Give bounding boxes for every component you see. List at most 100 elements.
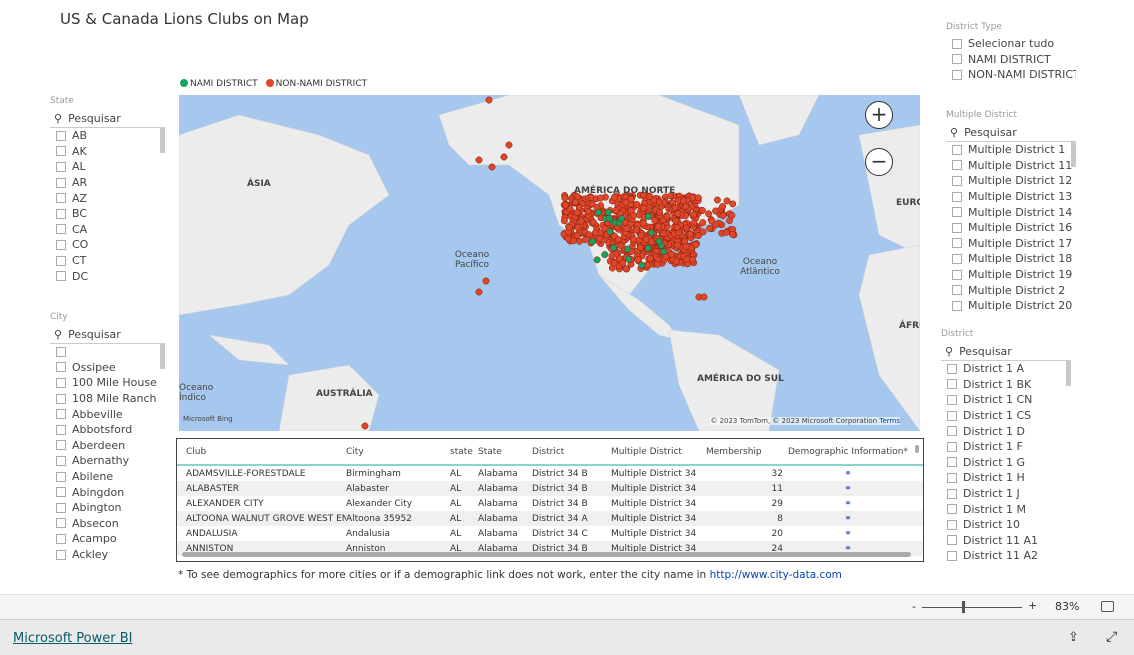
column-header[interactable]: Multiple District: [611, 447, 706, 457]
slicer-item[interactable]: District 11 A2: [941, 548, 1071, 564]
slicer-item[interactable]: Multiple District 2: [946, 282, 1076, 298]
checkbox[interactable]: [952, 54, 962, 65]
slicer-item[interactable]: Multiple District 12: [946, 173, 1076, 189]
checkbox[interactable]: [56, 346, 66, 357]
city-data-link[interactable]: http://www.city-data.com: [710, 569, 842, 581]
checkbox[interactable]: [952, 285, 962, 296]
slicer-item[interactable]: AZ: [50, 190, 165, 206]
zoom-plus-button[interactable]: +: [1028, 599, 1037, 612]
slicer-item[interactable]: AR: [50, 175, 165, 191]
checkbox[interactable]: [56, 533, 66, 544]
power-bi-link[interactable]: Microsoft Power BI: [13, 631, 132, 646]
column-header[interactable]: State: [478, 447, 532, 457]
slicer-scrollbar[interactable]: [160, 344, 165, 369]
checkbox[interactable]: [947, 394, 957, 405]
link-icon[interactable]: ⚭: [783, 514, 913, 524]
checkbox[interactable]: [952, 160, 962, 171]
zoom-out-button[interactable]: −: [865, 148, 893, 176]
checkbox[interactable]: [56, 130, 66, 141]
column-header[interactable]: Club: [186, 447, 346, 457]
zoom-slider-thumb[interactable]: [962, 601, 965, 613]
slicer-item[interactable]: CT: [50, 253, 165, 269]
slicer-item[interactable]: District 11 A1: [941, 533, 1071, 549]
checkbox[interactable]: [56, 146, 66, 157]
checkbox[interactable]: [56, 440, 66, 451]
checkbox[interactable]: [56, 271, 66, 282]
checkbox[interactable]: [952, 144, 962, 155]
column-header[interactable]: Demographic Information*: [783, 447, 913, 457]
slicer-scrollbar[interactable]: [1071, 142, 1076, 167]
zoom-minus-button[interactable]: -: [912, 600, 916, 613]
slicer-item[interactable]: Multiple District 19: [946, 267, 1076, 283]
slicer-item[interactable]: District 10: [941, 517, 1071, 533]
slicer-item[interactable]: Multiple District 1: [946, 142, 1076, 158]
slicer-item[interactable]: District 1 CN: [941, 392, 1071, 408]
checkbox[interactable]: [56, 224, 66, 235]
table-row[interactable]: ALEXANDER CITY Alexander City AL Alabama Dis…: [177, 496, 923, 511]
checkbox[interactable]: [56, 161, 66, 172]
slicer-item[interactable]: Multiple District 11: [946, 158, 1076, 174]
slicer-item[interactable]: Multiple District 16: [946, 220, 1076, 236]
slicer-search-input[interactable]: ⚲ Pesquisar: [941, 343, 1071, 361]
checkbox[interactable]: [952, 238, 962, 249]
slicer-item[interactable]: District 1 A: [941, 361, 1071, 377]
slicer-item[interactable]: District 1 BK: [941, 377, 1071, 393]
slicer-item[interactable]: District 1 F: [941, 439, 1071, 455]
link-icon[interactable]: ⚭: [783, 499, 913, 509]
zoom-slider[interactable]: [922, 607, 1022, 608]
slicer-item[interactable]: [50, 344, 165, 360]
checkbox[interactable]: [56, 193, 66, 204]
checkbox[interactable]: [947, 488, 957, 499]
checkbox[interactable]: [56, 502, 66, 513]
checkbox[interactable]: [947, 410, 957, 421]
slicer-item[interactable]: District 1 J: [941, 486, 1071, 502]
checkbox[interactable]: [56, 208, 66, 219]
slicer-item[interactable]: AK: [50, 144, 165, 160]
fullscreen-icon[interactable]: ⤢: [1106, 629, 1117, 645]
slicer-search-input[interactable]: ⚲ Pesquisar: [50, 110, 165, 128]
link-icon[interactable]: ⚭: [783, 529, 913, 539]
slicer-item[interactable]: Acampo: [50, 531, 165, 547]
checkbox[interactable]: [56, 255, 66, 266]
slicer-item[interactable]: Selecionar tudo: [946, 36, 1076, 52]
checkbox[interactable]: [952, 191, 962, 202]
checkbox[interactable]: [56, 362, 66, 373]
checkbox[interactable]: [947, 535, 957, 546]
map-visual[interactable]: ÁSIA AMÉRICA DO NORTE EURO Oceano Pacífi…: [179, 95, 920, 431]
checkbox[interactable]: [56, 393, 66, 404]
link-icon[interactable]: ⚭: [783, 484, 913, 494]
slicer-scrollbar[interactable]: [1066, 361, 1071, 386]
slicer-item[interactable]: Abbotsford: [50, 422, 165, 438]
slicer-item[interactable]: 100 Mile House: [50, 375, 165, 391]
slicer-scrollbar[interactable]: [160, 128, 165, 153]
slicer-item[interactable]: District 1 G: [941, 455, 1071, 471]
table-row[interactable]: ALTOONA WALNUT GROVE WEST END Altoona 359…: [177, 511, 923, 526]
share-icon[interactable]: ⇪: [1068, 630, 1079, 645]
checkbox[interactable]: [56, 518, 66, 529]
slicer-item[interactable]: Multiple District 17: [946, 236, 1076, 252]
column-header[interactable]: Membership: [706, 447, 783, 457]
slicer-item[interactable]: BC: [50, 206, 165, 222]
fit-to-page-icon[interactable]: [1101, 601, 1114, 612]
slicer-item[interactable]: DC: [50, 268, 165, 284]
slicer-item[interactable]: Multiple District 13: [946, 189, 1076, 205]
slicer-item[interactable]: CA: [50, 222, 165, 238]
slicer-item[interactable]: Aberdeen: [50, 438, 165, 454]
zoom-in-button[interactable]: +: [865, 101, 893, 129]
checkbox[interactable]: [952, 69, 962, 80]
slicer-item[interactable]: 108 Mile Ranch: [50, 391, 165, 407]
terms-link[interactable]: Terms: [879, 417, 900, 425]
slicer-item[interactable]: Ossipee: [50, 360, 165, 376]
slicer-item[interactable]: Abington: [50, 500, 165, 516]
slicer-item[interactable]: Abernathy: [50, 453, 165, 469]
checkbox[interactable]: [952, 253, 962, 264]
horizontal-scrollbar[interactable]: [182, 552, 911, 557]
checkbox[interactable]: [56, 239, 66, 250]
link-icon[interactable]: ⚭: [783, 469, 913, 479]
slicer-search-input[interactable]: ⚲ Pesquisar: [946, 124, 1076, 142]
slicer-item[interactable]: AL: [50, 159, 165, 175]
slicer-item[interactable]: NAMI DISTRICT: [946, 52, 1076, 68]
checkbox[interactable]: [952, 222, 962, 233]
checkbox[interactable]: [56, 177, 66, 188]
slicer-item[interactable]: District 1 CS: [941, 408, 1071, 424]
